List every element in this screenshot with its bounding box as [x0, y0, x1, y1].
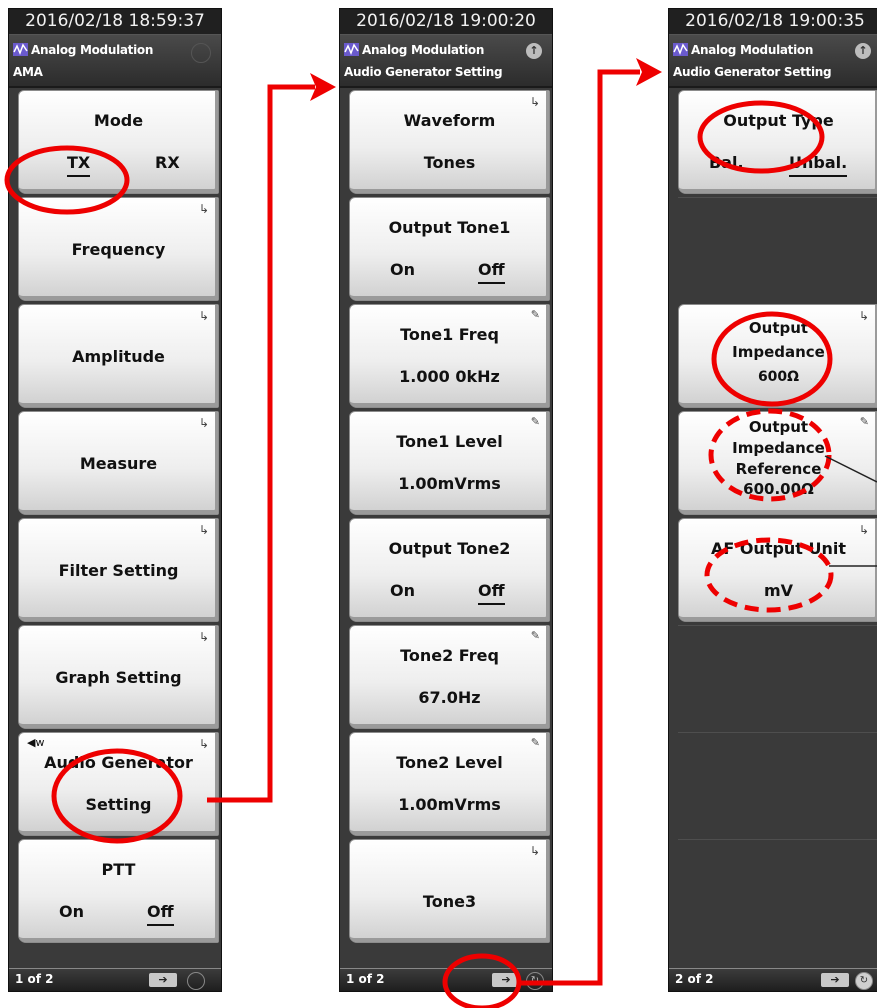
highlight-ellipse-output-impedance	[711, 311, 833, 407]
highlight-ellipse-mode-tx	[4, 145, 130, 215]
annotation-overlay	[4, 58, 877, 1008]
highlight-ellipse-af-output-unit	[704, 537, 834, 613]
highlight-ellipse-impedance-reference	[708, 408, 832, 502]
highlight-ellipse-audio-generator	[51, 748, 183, 844]
highlight-ellipse-output-type	[697, 100, 825, 174]
highlight-ellipse-next-page	[442, 953, 522, 1008]
connector-line-1	[207, 84, 315, 803]
connector-line-2	[518, 69, 640, 986]
leader-line-1	[824, 455, 877, 483]
